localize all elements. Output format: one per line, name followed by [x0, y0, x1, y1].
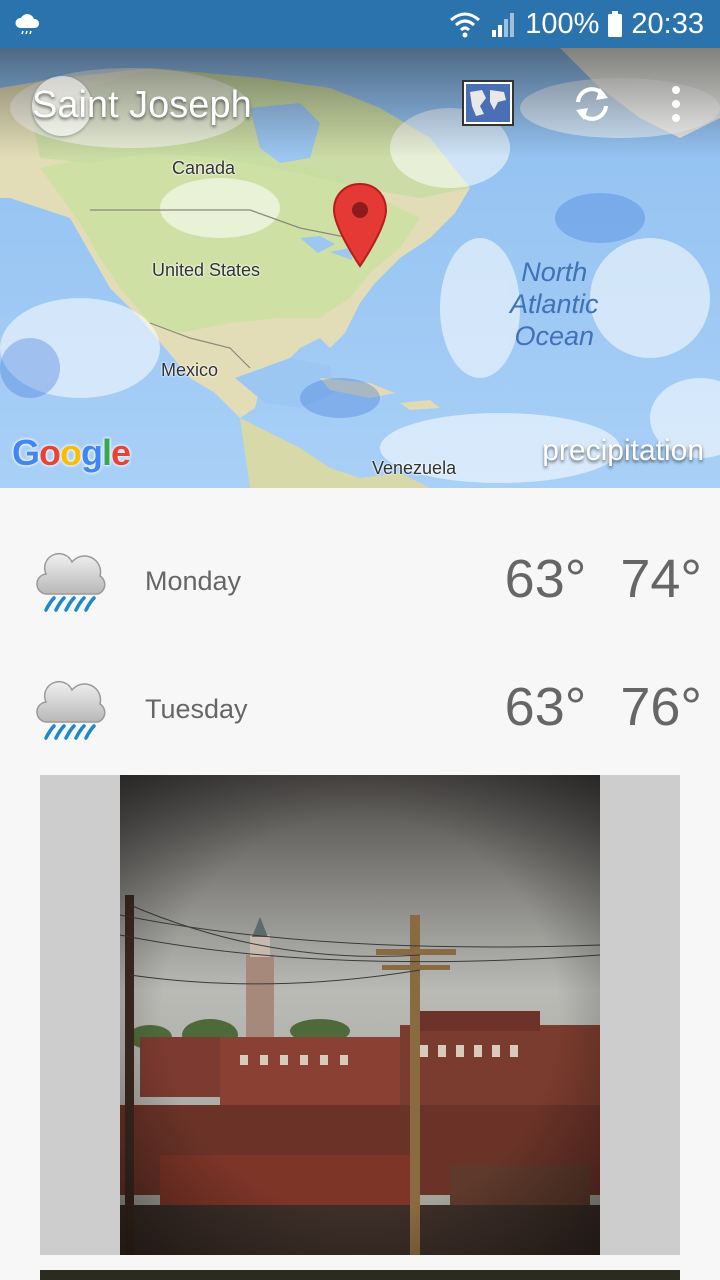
map-label-venezuela: Venezuela	[372, 458, 457, 478]
city-photo-card[interactable]	[40, 775, 680, 1255]
ocean-line-2: Atlantic	[510, 289, 599, 319]
map-label-ocean: North Atlantic Ocean	[510, 256, 599, 352]
refresh-icon[interactable]	[570, 84, 614, 124]
status-bar: 100% 20:33	[0, 0, 720, 48]
ocean-line-1: North	[521, 257, 588, 287]
rain-cloud-icon	[36, 680, 106, 740]
forecast-row[interactable]: Tuesday 63° 76°	[0, 666, 720, 786]
forecast-high: 76°	[620, 677, 702, 737]
clock: 20:33	[631, 7, 704, 40]
location-title: Saint Joseph	[32, 84, 252, 126]
map-label-canada: Canada	[172, 158, 236, 178]
forecast-temps: 63° 76°	[471, 676, 702, 738]
forecast-day: Monday	[145, 566, 242, 596]
forecast-day: Tuesday	[145, 694, 248, 724]
forecast-low: 63°	[504, 549, 587, 609]
wifi-icon	[450, 12, 481, 38]
map-layers-icon[interactable]	[462, 80, 514, 126]
forecast-temps: 63° 74°	[471, 548, 702, 610]
forecast-low: 63°	[504, 677, 587, 737]
ocean-line-3: Ocean	[514, 321, 595, 351]
google-logo: Google	[12, 432, 131, 473]
location-pin-icon[interactable]	[332, 182, 388, 268]
layer-name-label: precipitation	[542, 434, 704, 467]
map-label-mexico: Mexico	[161, 360, 219, 380]
rain-cloud-icon	[36, 552, 106, 612]
city-photo	[120, 775, 600, 1255]
map-label-united-states: United States	[152, 260, 261, 280]
precipitation-map[interactable]: Saint Joseph Canada United States Mexico…	[0, 48, 720, 488]
forecast-row[interactable]: Monday 63° 74°	[0, 538, 720, 658]
status-right: 100% 20:33	[449, 6, 704, 42]
forecast-list: Monday 63° 74° Tuesday 63° 76°	[0, 488, 720, 774]
battery-icon	[608, 11, 623, 37]
signal-icon	[492, 13, 515, 37]
next-photo-card[interactable]	[40, 1270, 680, 1280]
more-vert-icon[interactable]	[664, 84, 688, 124]
battery-percent: 100%	[525, 7, 600, 40]
weather-cloud-icon	[15, 14, 40, 35]
forecast-high: 74°	[620, 549, 702, 609]
